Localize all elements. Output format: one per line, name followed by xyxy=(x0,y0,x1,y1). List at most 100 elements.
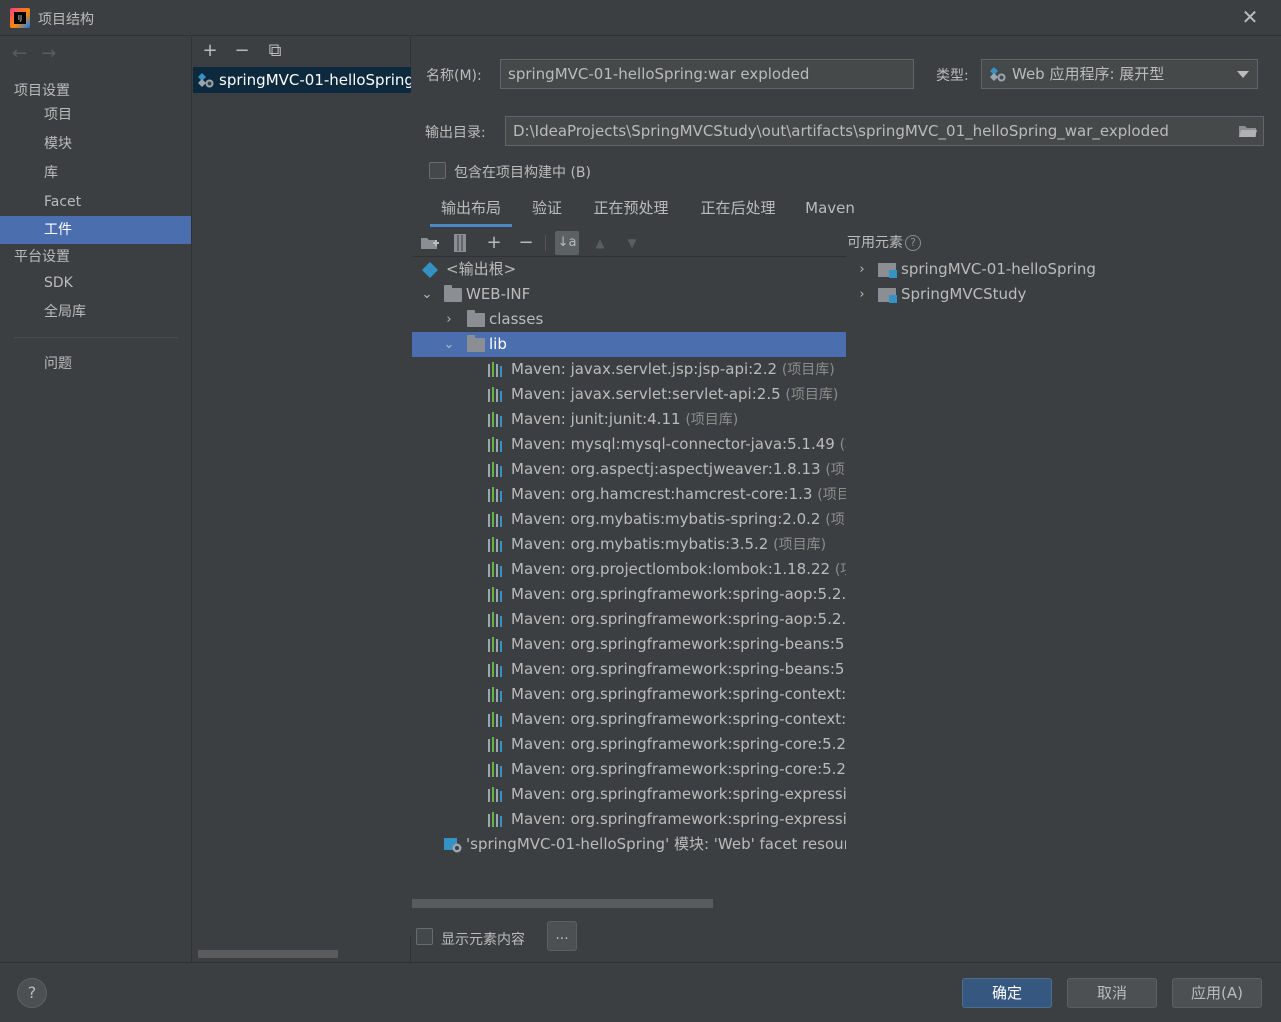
library-name: Maven: org.springframework:spring-core:5… xyxy=(511,760,846,778)
output-dir-value: D:\IdeaProjects\SpringMVCStudy\out\artif… xyxy=(513,122,1169,140)
move-down-button[interactable]: ▼ xyxy=(620,231,644,255)
library-label: Maven: javax.servlet:servlet-api:2.5 (项目… xyxy=(511,382,838,408)
forward-arrow-icon[interactable]: → xyxy=(41,43,56,64)
library-label: Maven: javax.servlet.jsp:jsp-api:2.2 (项目… xyxy=(511,357,835,383)
nav-divider xyxy=(14,337,178,338)
nav-item-facets[interactable]: Facet xyxy=(0,188,191,216)
available-elements-title: 可用元素 xyxy=(847,235,903,251)
chevron-right-icon[interactable]: › xyxy=(855,282,869,307)
copy-artifact-button[interactable]: ⧉ xyxy=(263,39,287,63)
library-label: Maven: org.springframework:spring-core:5… xyxy=(511,757,846,783)
horizontal-scrollbar[interactable] xyxy=(412,899,713,908)
library-icon xyxy=(488,437,502,452)
tree-row-classes[interactable]: › classes xyxy=(412,307,846,332)
tree-label: <输出根> xyxy=(446,260,517,278)
window-title: 项目结构 xyxy=(38,12,94,28)
tree-row-lib[interactable]: ⌄ lib xyxy=(412,332,846,357)
help-icon[interactable]: ? xyxy=(905,235,921,251)
output-dir-field[interactable]: D:\IdeaProjects\SpringMVCStudy\out\artif… xyxy=(505,116,1264,146)
toolbar-divider xyxy=(545,235,546,251)
library-label: Maven: org.springframework:spring-contex… xyxy=(511,682,846,708)
tree-row-library[interactable]: Maven: org.springframework:spring-expres… xyxy=(412,782,846,807)
nav-item-sdks[interactable]: SDK xyxy=(0,269,191,297)
tree-row-library[interactable]: Maven: org.springframework:spring-beans:… xyxy=(412,632,846,657)
library-scope: (项目库) xyxy=(781,362,835,378)
library-label: Maven: org.springframework:spring-beans:… xyxy=(511,632,846,658)
artifact-item[interactable]: springMVC-01-helloSpring xyxy=(193,67,411,93)
library-name: Maven: javax.servlet.jsp:jsp-api:2.2 xyxy=(511,360,778,378)
tree-row-library[interactable]: Maven: org.aspectj:aspectjweaver:1.8.13 … xyxy=(412,457,846,482)
tree-row-library[interactable]: Maven: org.hamcrest:hamcrest-core:1.3 (项… xyxy=(412,482,846,507)
intellij-logo-icon xyxy=(10,8,30,28)
tree-row-library[interactable]: Maven: javax.servlet.jsp:jsp-api:2.2 (项目… xyxy=(412,357,846,382)
tree-label: classes xyxy=(489,310,544,328)
available-item-project[interactable]: › SpringMVCStudy xyxy=(847,282,1267,307)
more-options-button[interactable]: ... xyxy=(547,921,577,951)
type-select[interactable]: Web 应用程序: 展开型 xyxy=(981,59,1258,89)
output-layout-tree: <输出根> ⌄ WEB-INF › classes ⌄ lib Maven: j… xyxy=(412,257,846,877)
archive-icon[interactable] xyxy=(448,231,472,255)
sort-alphabetically-button[interactable]: ↓a xyxy=(555,231,579,255)
available-item-label: springMVC-01-helloSpring xyxy=(901,260,1096,278)
chevron-down-icon[interactable]: ⌄ xyxy=(420,282,434,307)
library-label: Maven: org.springframework:spring-core:5… xyxy=(511,732,846,758)
move-up-button[interactable]: ▲ xyxy=(588,231,612,255)
chevron-down-icon[interactable]: ⌄ xyxy=(442,332,456,357)
tree-row-library[interactable]: Maven: org.projectlombok:lombok:1.18.22 … xyxy=(412,557,846,582)
tree-row-output-root[interactable]: <输出根> xyxy=(412,257,846,282)
tree-row-library[interactable]: Maven: javax.servlet:servlet-api:2.5 (项目… xyxy=(412,382,846,407)
horizontal-scrollbar[interactable] xyxy=(198,950,338,958)
module-folder-icon xyxy=(878,263,897,278)
tab-post-processing[interactable]: 正在后处理 xyxy=(693,197,783,227)
add-artifact-button[interactable]: + xyxy=(198,39,222,63)
nav-item-problems[interactable]: 问题 xyxy=(0,350,191,378)
tree-row-library[interactable]: Maven: org.springframework:spring-contex… xyxy=(412,707,846,732)
name-field[interactable]: springMVC-01-helloSpring:war exploded xyxy=(500,59,914,89)
chevron-right-icon[interactable]: › xyxy=(855,257,869,282)
tree-row-library[interactable]: Maven: org.springframework:spring-expres… xyxy=(412,807,846,832)
add-element-button[interactable]: + xyxy=(482,231,506,255)
chevron-right-icon[interactable]: › xyxy=(442,307,456,332)
tree-row-library[interactable]: Maven: org.springframework:spring-aop:5.… xyxy=(412,607,846,632)
tab-maven[interactable]: Maven xyxy=(800,197,860,227)
help-button[interactable]: ? xyxy=(17,978,47,1008)
tab-pre-processing[interactable]: 正在预处理 xyxy=(586,197,676,227)
nav-item-libraries[interactable]: 库 xyxy=(0,159,191,187)
tab-validation[interactable]: 验证 xyxy=(525,197,569,227)
tree-row-library[interactable]: Maven: junit:junit:4.11 (项目库) xyxy=(412,407,846,432)
new-directory-icon[interactable] xyxy=(418,231,442,255)
folder-icon xyxy=(467,335,485,352)
close-icon[interactable]: ✕ xyxy=(1239,6,1261,28)
tree-row-facet-resources[interactable]: 'springMVC-01-helloSpring' 模块: 'Web' fac… xyxy=(412,832,846,857)
tree-row-web-inf[interactable]: ⌄ WEB-INF xyxy=(412,282,846,307)
remove-element-button[interactable]: − xyxy=(514,231,538,255)
nav-item-project[interactable]: 项目 xyxy=(0,101,191,129)
nav-item-artifacts[interactable]: 工件 xyxy=(0,216,191,244)
library-icon xyxy=(488,487,502,502)
tree-row-library[interactable]: Maven: org.springframework:spring-core:5… xyxy=(412,757,846,782)
tree-row-library[interactable]: Maven: org.springframework:spring-aop:5.… xyxy=(412,582,846,607)
tree-label: lib xyxy=(489,335,507,353)
folder-icon xyxy=(444,285,462,302)
library-name: Maven: org.springframework:spring-aop:5.… xyxy=(511,610,846,628)
include-in-build-checkbox[interactable] xyxy=(429,162,446,179)
available-item-module[interactable]: › springMVC-01-helloSpring xyxy=(847,257,1267,282)
nav-item-global-libraries[interactable]: 全局库 xyxy=(0,298,191,326)
tab-output-layout[interactable]: 输出布局 xyxy=(430,197,512,227)
apply-button[interactable]: 应用(A) xyxy=(1172,978,1262,1008)
settings-nav: ← → 项目设置 项目 模块 库 Facet 工件 平台设置 SDK 全局库 问题 xyxy=(0,37,192,962)
remove-artifact-button[interactable]: − xyxy=(230,39,254,63)
tree-row-library[interactable]: Maven: mysql:mysql-connector-java:5.1.49… xyxy=(412,432,846,457)
tree-row-library[interactable]: Maven: org.springframework:spring-core:5… xyxy=(412,732,846,757)
tree-row-library[interactable]: Maven: org.springframework:spring-contex… xyxy=(412,682,846,707)
tree-row-library[interactable]: Maven: org.mybatis:mybatis-spring:2.0.2 … xyxy=(412,507,846,532)
back-arrow-icon[interactable]: ← xyxy=(12,43,27,64)
tree-row-library[interactable]: Maven: org.springframework:spring-beans:… xyxy=(412,657,846,682)
nav-item-modules[interactable]: 模块 xyxy=(0,130,191,158)
ok-button[interactable]: 确定 xyxy=(962,978,1052,1008)
show-content-checkbox[interactable] xyxy=(416,928,433,945)
cancel-button[interactable]: 取消 xyxy=(1067,978,1157,1008)
folder-browse-icon[interactable] xyxy=(1239,124,1257,138)
tree-row-library[interactable]: Maven: org.mybatis:mybatis:3.5.2 (项目库) xyxy=(412,532,846,557)
output-dir-label: 输出目录: xyxy=(425,125,486,141)
